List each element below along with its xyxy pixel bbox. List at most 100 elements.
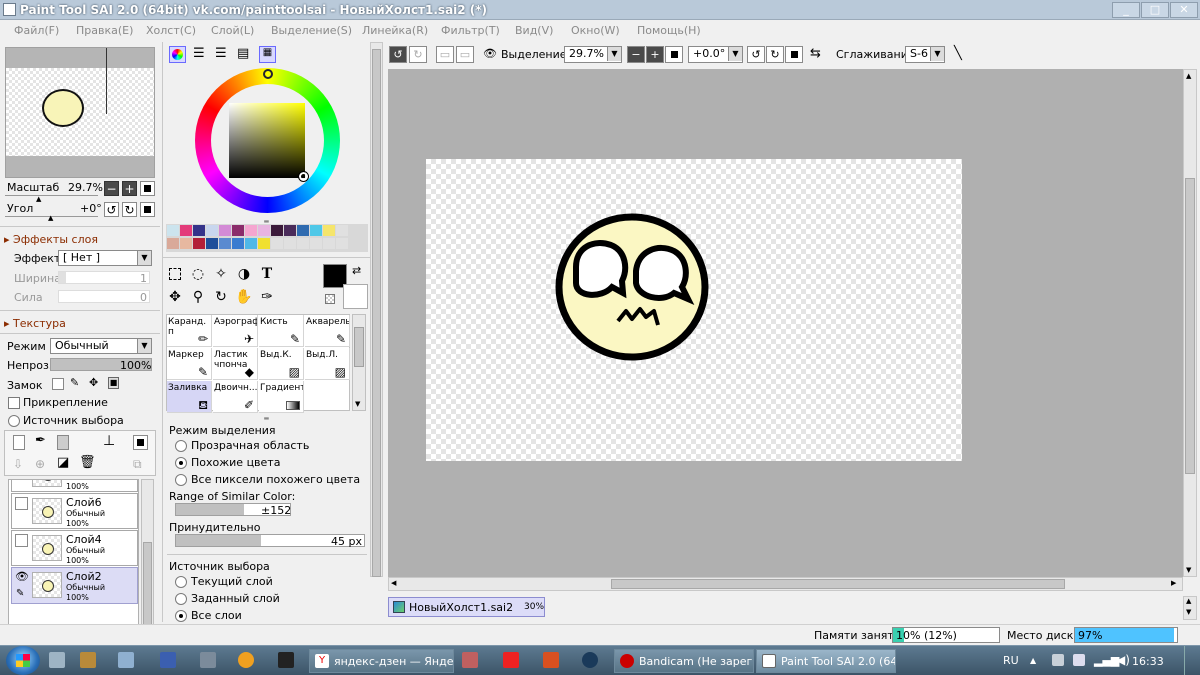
swatches-tab[interactable]: ▦ [259,46,276,63]
language-indicator[interactable]: RU [1003,654,1019,667]
deselect-button[interactable]: ▭ [436,46,454,63]
menu-filter[interactable]: Фильтр(T) [441,24,500,37]
zoom-in-button[interactable]: + [122,181,137,196]
rect-select-icon[interactable] [166,265,184,283]
lock-transparency-icon[interactable] [52,378,64,390]
canvas-artboard[interactable] [426,159,962,461]
color-swatch[interactable] [245,238,257,249]
toolbar-zoom-reset-button[interactable] [665,46,683,63]
brush-watercolor[interactable]: Акварель ✎ [305,315,350,347]
strength-slider[interactable] [58,290,150,303]
scroll-down-icon[interactable]: ▼ [1186,608,1191,616]
task-painttool[interactable]: Paint Tool SAI 2.0 (64... [756,649,896,673]
toolbar-rotate-right-button[interactable]: ↻ [766,46,784,63]
color-swatch[interactable] [297,238,309,249]
saturation-value-square[interactable] [229,103,305,178]
taskbar-app-icon[interactable] [118,652,134,668]
color-swatch[interactable] [323,238,335,249]
canvas-hscroll-thumb[interactable] [611,579,1065,589]
color-swatch[interactable] [310,225,322,236]
splitter-grip[interactable]: ▬ [163,218,370,225]
background-color[interactable] [343,284,368,309]
taskbar-app-icon[interactable] [543,652,559,668]
width-slider[interactable] [58,271,150,284]
color-wheel[interactable] [195,68,340,213]
straight-line-icon[interactable]: ╲ [954,46,962,61]
menu-help[interactable]: Помощь(H) [637,24,701,37]
scroll-up-icon[interactable]: ▲ [1186,597,1191,605]
brush-gradient[interactable]: Градиент [259,381,304,413]
layer-row[interactable]: Слой6 Обычный 100% [11,493,138,529]
color-swatch[interactable] [232,225,244,236]
color-swatch[interactable] [193,225,205,236]
color-swatch[interactable] [193,238,205,249]
rotate-left-button[interactable]: ↺ [104,202,119,217]
lock-all-icon[interactable]: ■ [108,377,119,389]
redo-button[interactable]: ↻ [409,46,427,63]
color-swatch[interactable] [206,225,218,236]
lasso-icon[interactable]: ◌ [189,265,207,283]
zoom-icon[interactable]: ⚲ [189,288,207,306]
texture-header[interactable]: ▸ Текстура [4,317,66,330]
brush-select-pen[interactable]: Выд.К. ▨ [259,348,304,380]
task-yandex[interactable]: Yяндекс-дзен — Янде... [309,649,454,673]
brush-brush[interactable]: Кисть ✎ [259,315,304,347]
hand-icon[interactable]: ✋ [235,288,253,306]
clear-layer-icon[interactable]: ◪ [57,455,69,470]
scroll-right-icon[interactable]: ▶ [1171,579,1176,587]
tray-icon[interactable] [1052,654,1064,666]
visibility-toggle[interactable] [15,497,28,510]
brush-select-eraser[interactable]: Выд.Л. ▨ [305,348,350,380]
toolbar-zoom-out-button[interactable]: − [627,46,645,63]
tool-panel-scroll-thumb[interactable] [372,49,381,577]
flag-icon[interactable] [1073,654,1085,666]
taskbar-app-icon[interactable] [200,652,216,668]
selection-source-radio[interactable] [8,415,20,427]
splitter-grip[interactable]: ▬ [163,415,370,422]
layers-scroll-thumb[interactable] [143,542,152,628]
scroll-up-icon[interactable]: ▲ [1186,72,1191,80]
canvas-vscroll-thumb[interactable] [1185,178,1195,474]
clock[interactable]: 16:33 [1132,655,1164,668]
color-swatch[interactable] [284,238,296,249]
document-tab[interactable]: НовыйХолст1.sai2 30% [388,597,545,617]
undo-button[interactable]: ↺ [389,46,407,63]
color-swatch[interactable] [258,225,270,236]
color-swatch[interactable] [167,225,179,236]
toolbar-angle-reset-button[interactable] [785,46,803,63]
canvas-vscroll[interactable]: ▲ ▼ [1183,69,1197,577]
scratchpad-tab[interactable]: ▤ [237,46,249,61]
color-swatch[interactable] [271,225,283,236]
hsv-sliders-tab[interactable]: ☰ [215,46,227,61]
color-swatch[interactable] [336,225,348,236]
color-swatch[interactable] [180,238,192,249]
task-bandicam[interactable]: Bandicam (Не зарег... [614,649,754,673]
zoom-slider-track[interactable] [5,195,98,196]
taskbar-app-icon[interactable] [503,652,519,668]
menu-layer[interactable]: Слой(L) [211,24,254,37]
rotate-right-button[interactable]: ↻ [122,202,137,217]
zoom-out-button[interactable]: − [104,181,119,196]
taskbar-app-icon[interactable] [160,652,176,668]
angle-combo[interactable]: +0.0° ▼ [688,46,743,63]
color-wheel-tab[interactable] [169,46,186,63]
transparent-color-icon[interactable] [325,294,335,304]
color-swatch[interactable] [310,238,322,249]
taskbar-app-icon[interactable] [278,652,294,668]
swatch-grid[interactable] [166,224,368,252]
color-swatch[interactable] [232,238,244,249]
toolbar-zoom-in-button[interactable]: + [646,46,664,63]
steam-icon[interactable] [582,652,598,668]
color-swatch[interactable] [245,225,257,236]
brush-grid[interactable]: Каранд. п ✏ Аэрограф ✈ Кисть ✎ Акварель ✎ Ма… [166,314,350,413]
source-radio-2[interactable] [175,610,187,622]
lock-paint-icon[interactable]: ✎ [70,376,79,389]
lock-move-icon[interactable]: ✥ [89,376,98,389]
zoom-combo[interactable]: 29.7% ▼ [564,46,622,63]
menu-file[interactable]: Файл(F) [14,24,59,37]
mode-radio-0[interactable] [175,440,187,452]
taskbar-app-icon[interactable] [238,652,254,668]
color-swatch[interactable] [219,225,231,236]
rotate-icon[interactable]: ↻ [212,288,230,306]
swap-colors-icon[interactable]: ⇄ [352,264,361,277]
